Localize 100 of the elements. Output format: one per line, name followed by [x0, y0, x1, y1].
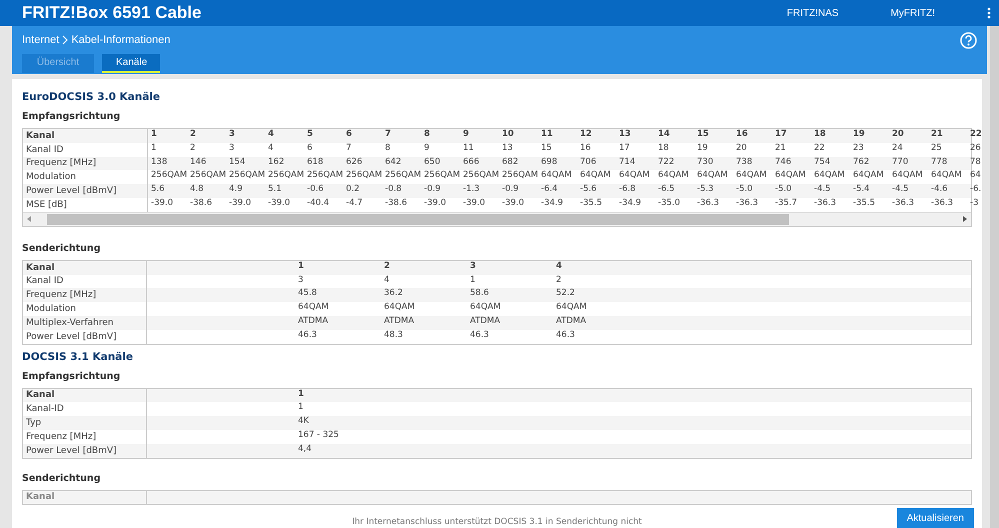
table-cell-text: 256QAM: [501, 170, 538, 182]
table-cell-text: 3: [469, 260, 477, 273]
vertical-scrollbar[interactable]: [990, 26, 999, 528]
table-cell-text: 25: [930, 142, 943, 155]
table-cell-text: 6: [306, 142, 314, 155]
table-cell-text: 10: [501, 129, 515, 141]
table-cell-text: 7: [345, 142, 352, 155]
nav-link[interactable]: MyFRITZ!: [890, 8, 935, 18]
table-cell-text: -5.6: [579, 184, 598, 196]
table-cell-text: 3: [297, 274, 304, 287]
table-cell-text: 64QAM: [657, 170, 690, 182]
table-cell-text: 256QAM: [384, 170, 421, 182]
table-cell-text: 698: [540, 156, 558, 169]
row-label: Power Level [dBmV]: [23, 330, 147, 344]
chevron-icon: [62, 35, 68, 45]
table-cell-text: 682: [501, 156, 520, 169]
table-cell-text: -4.7: [345, 198, 364, 210]
table-cell-text: 256QAM: [423, 170, 460, 182]
table-cell-text: 64QAM: [696, 170, 729, 182]
table-cell-text: 23: [852, 142, 865, 155]
table-cell-text: 64: [969, 170, 982, 182]
table-cell-text: 666: [462, 156, 480, 169]
table-cell-text: 20: [735, 142, 748, 155]
scroll-right-icon[interactable]: [962, 216, 968, 222]
table-cell-text: 11: [462, 142, 475, 155]
table-cell-text: -39.0: [501, 198, 525, 210]
table-cell-text: 5.1: [267, 184, 283, 196]
table-cell-text: 6: [345, 129, 353, 141]
table-cell-text: 4: [267, 142, 274, 155]
refresh-button[interactable]: Aktualisieren: [896, 508, 974, 528]
table-cell-text: 730: [696, 156, 714, 169]
tab[interactable]: Übersicht: [22, 54, 94, 73]
table-cell-text: 1: [469, 274, 476, 287]
table-cell-text: -0.8: [384, 184, 403, 196]
table-cell-text: 256QAM: [189, 170, 226, 182]
table-cell-text: 64QAM: [930, 170, 963, 182]
table-cell-text: 58.6: [469, 288, 490, 300]
table-cell-text: -38.6: [384, 198, 408, 210]
table-cell-text: -3: [969, 198, 980, 210]
table-cell-text: 26: [969, 142, 982, 155]
table-cell-text: 154: [228, 156, 246, 169]
info-message: Ihr Internetanschluss unterstützt DOCSIS 3.1 in Senderichtung nicht: [352, 517, 642, 528]
table-cell-text: -5.0: [735, 184, 754, 196]
horizontal-scrollbar[interactable]: [23, 212, 971, 226]
table-cell-text: 1: [150, 129, 158, 141]
table-cell-text: -5.3: [696, 184, 715, 196]
table-cell-text: -36.3: [930, 198, 954, 210]
table-cell-text: 746: [774, 156, 792, 169]
table-cell-text: -39.0: [423, 198, 447, 210]
table-cell-text: ATDMA: [297, 316, 330, 328]
table-cell-text: 4.9: [228, 184, 244, 196]
table-cell-text: 64QAM: [540, 170, 573, 182]
table-cell-text: 4: [267, 129, 275, 141]
table-cell-text: 64QAM: [618, 170, 651, 182]
table-cell-text: 18: [813, 129, 827, 141]
table-cell-text: 642: [384, 156, 402, 169]
table-cell-text: 9: [462, 129, 470, 141]
table-cell-text: 162: [267, 156, 286, 169]
scroll-left-icon[interactable]: [26, 216, 32, 222]
table-cell-text: -39.0: [267, 198, 291, 210]
table-cell-text: -0.9: [423, 184, 442, 196]
table-cell-text: 2: [383, 260, 391, 273]
menu-icon[interactable]: [987, 7, 991, 19]
table-cell-text: 4: [555, 260, 563, 273]
table-cell-text: 12: [579, 129, 593, 141]
table-cell-text: -35.7: [774, 198, 798, 210]
breadcrumb-item[interactable]: Internet: [22, 34, 60, 46]
table-cell-text: -39.0: [150, 198, 174, 210]
table-title: Senderichtung: [22, 472, 102, 484]
table-cell-text: 9: [423, 142, 430, 155]
breadcrumb-item[interactable]: Kabel-Informationen: [71, 34, 170, 46]
table-cell-text: 8: [384, 142, 392, 155]
table-cell-text: 4.8: [189, 184, 205, 196]
table-cell-text: 64QAM: [852, 170, 885, 182]
table-cell-text: -35.5: [852, 198, 876, 210]
table-cell-text: 46.3: [555, 330, 576, 342]
nav-link[interactable]: FRITZ!NAS: [786, 8, 839, 18]
table-cell-text: 146: [189, 156, 208, 169]
table-cell-text: 1: [297, 260, 305, 273]
help-icon[interactable]: [960, 32, 977, 48]
table-cell-text: -34.9: [618, 198, 642, 210]
table-cell-text: -6.4: [540, 184, 559, 196]
table-cell-text: 16: [579, 142, 592, 155]
table-cell-text: 738: [735, 156, 754, 169]
table-cell-text: 15: [540, 142, 553, 155]
row-label: Kanal: [23, 490, 147, 504]
section-title: DOCSIS 3.1 Kanäle: [22, 350, 134, 363]
tab[interactable]: Kanäle: [102, 54, 160, 73]
table-cell-text: -39.0: [462, 198, 486, 210]
table-cell-text: 16: [735, 129, 749, 141]
table-cell-text: 64QAM: [891, 170, 924, 182]
table-cell-text: 167 - 325: [297, 430, 340, 442]
table-cell-text: -35.5: [579, 198, 603, 210]
table-cell-text: -36.3: [696, 198, 720, 210]
table-cell-text: 22: [813, 142, 826, 155]
table-cell-text: 52.2: [555, 288, 576, 300]
table-cell-text: 17: [618, 142, 631, 155]
table-cell-text: -36.3: [813, 198, 837, 210]
table-cell-text: -34.9: [540, 198, 564, 210]
table-cell-text: 8: [423, 129, 431, 141]
